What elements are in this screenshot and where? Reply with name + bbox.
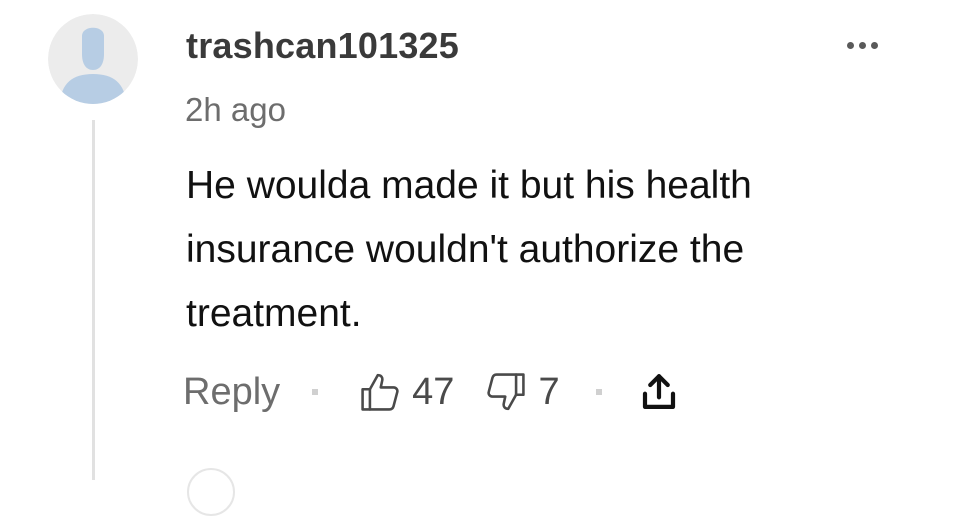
action-separator <box>595 389 602 395</box>
more-options-button[interactable] <box>838 28 886 62</box>
more-options-dot <box>870 41 878 49</box>
avatar[interactable] <box>48 14 138 104</box>
downvote-button[interactable]: 7 <box>484 370 560 414</box>
upvote-count: 47 <box>412 370 455 413</box>
share-icon <box>642 374 675 409</box>
upvote-button[interactable]: 47 <box>358 370 454 414</box>
share-button[interactable] <box>638 370 680 414</box>
more-options-icon <box>846 41 854 49</box>
comment-body: He woulda made it but his health insuran… <box>186 164 752 335</box>
timestamp: 2h ago <box>185 91 286 128</box>
username[interactable]: trashcan101325 <box>186 25 459 67</box>
thread-line <box>92 120 95 480</box>
next-comment-avatar <box>187 468 235 516</box>
reply-button[interactable]: Reply <box>183 371 280 414</box>
downvote-count: 7 <box>538 370 560 413</box>
thumbs-up-icon <box>361 373 399 411</box>
thumbs-down-icon <box>487 373 526 411</box>
more-options-dot <box>858 41 866 49</box>
default-user-avatar-icon <box>48 14 138 104</box>
action-separator <box>312 389 319 395</box>
comment-actions: Reply 47 7 <box>183 364 680 420</box>
